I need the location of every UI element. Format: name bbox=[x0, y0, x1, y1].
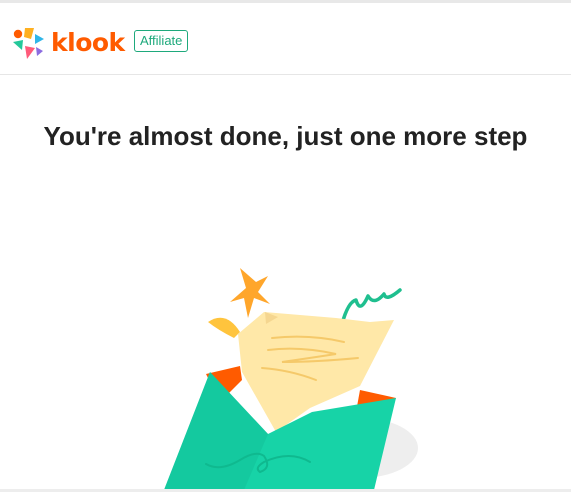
klook-logo-icon bbox=[13, 28, 44, 59]
envelope-letter-icon bbox=[164, 268, 418, 490]
page-title: You're almost done, just one more step bbox=[43, 121, 528, 151]
header: klook Affiliate bbox=[0, 3, 571, 75]
affiliate-badge: Affiliate bbox=[134, 30, 189, 52]
klook-logo-link[interactable]: klook bbox=[10, 25, 125, 61]
envelope-letter-illustration bbox=[164, 268, 418, 490]
klook-wordmark: klook bbox=[51, 27, 125, 57]
